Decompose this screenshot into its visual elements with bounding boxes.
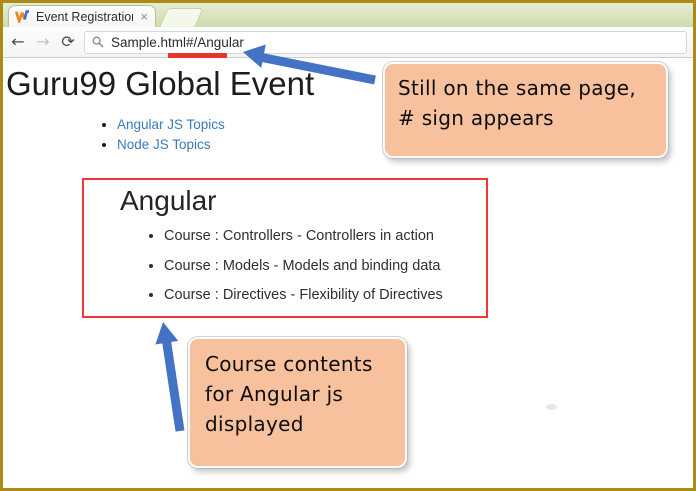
url-highlight-underline	[168, 53, 227, 58]
forward-button[interactable]: →	[34, 34, 52, 50]
annotation-line: Still on the same page,	[398, 73, 653, 103]
url-text: Sample.html#/Angular	[111, 35, 244, 50]
tab-strip: Event Registration ×	[3, 3, 693, 27]
annotation-line: for Angular js	[205, 379, 390, 409]
annotation-line: displayed	[205, 409, 390, 439]
guru99-favicon-icon	[15, 10, 30, 23]
annotation-line: Course contents	[205, 349, 390, 379]
annotation-callout-bottom: Course contents for Angular js displayed	[188, 337, 407, 468]
browser-window: Event Registration × ← → ⟳ Sample.html#/…	[0, 0, 696, 491]
tab-title: Event Registration	[36, 10, 133, 24]
course-item: Course : Controllers - Controllers in ac…	[164, 228, 486, 245]
search-icon	[92, 36, 104, 48]
course-item: Course : Directives - Flexibility of Dir…	[164, 287, 486, 304]
list-item: Node JS Topics	[117, 135, 225, 155]
course-item: Course : Models - Models and binding dat…	[164, 258, 486, 275]
list-item: Angular JS Topics	[117, 115, 225, 135]
refresh-button[interactable]: ⟳	[59, 34, 77, 50]
tab-event-registration[interactable]: Event Registration ×	[8, 5, 156, 27]
new-tab-button[interactable]	[158, 8, 203, 29]
address-bar[interactable]: Sample.html#/Angular	[84, 31, 687, 54]
page-title: Guru99 Global Event	[6, 65, 314, 103]
tab-close-icon[interactable]: ×	[139, 10, 149, 23]
courses-list: Course : Controllers - Controllers in ac…	[84, 228, 486, 304]
back-button[interactable]: ←	[9, 34, 27, 50]
topics-list: Angular JS Topics Node JS Topics	[3, 115, 225, 155]
screen-artifact	[546, 404, 557, 410]
annotation-callout-top: Still on the same page, # sign appears	[383, 62, 668, 158]
angular-section-heading: Angular	[120, 185, 486, 217]
browser-toolbar: ← → ⟳ Sample.html#/Angular	[3, 27, 693, 58]
link-node-js-topics[interactable]: Node JS Topics	[117, 137, 211, 152]
angular-section-highlight-box: Angular Course : Controllers - Controlle…	[82, 178, 488, 318]
link-angular-js-topics[interactable]: Angular JS Topics	[117, 117, 225, 132]
annotation-line: # sign appears	[398, 103, 653, 133]
